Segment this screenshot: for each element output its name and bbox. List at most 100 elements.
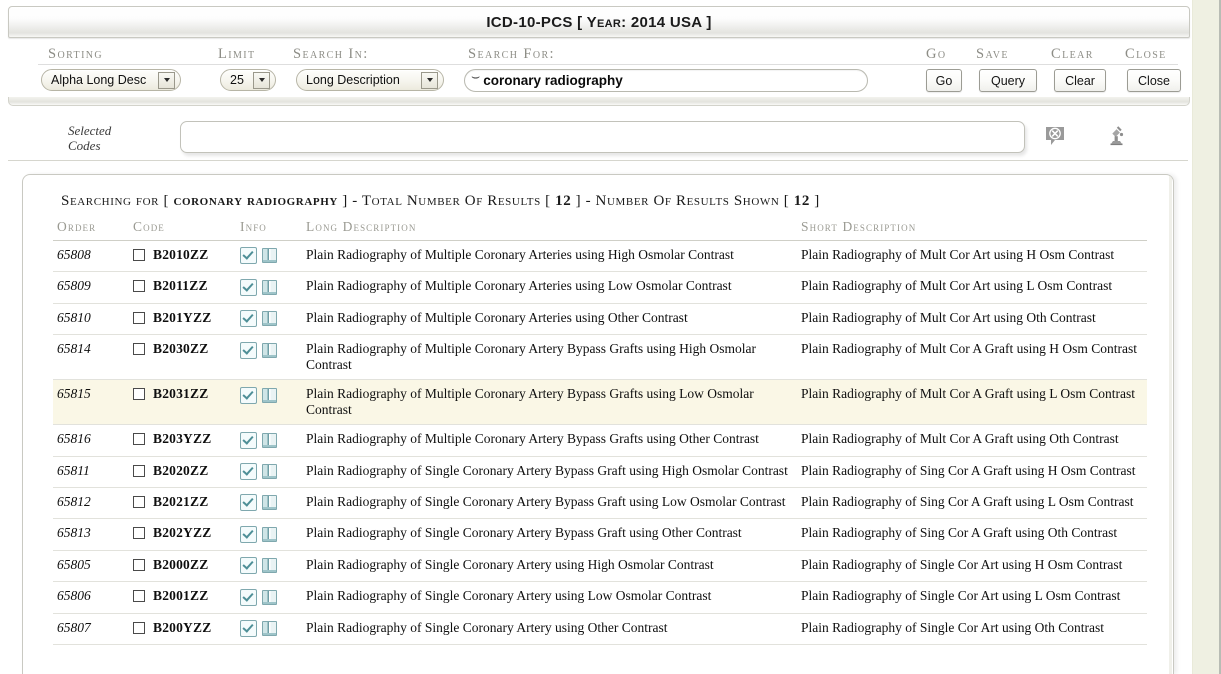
book-icon[interactable] (262, 248, 277, 264)
row-select-checkbox[interactable] (133, 464, 145, 477)
row-select-checkbox[interactable] (133, 495, 145, 508)
checkmark-icon[interactable] (240, 463, 257, 481)
table-row[interactable]: 65805 B2000ZZ Plain Radiography of Single … (53, 550, 1147, 583)
cell-long-description: Plain Radiography of Multiple Coronary A… (302, 240, 797, 273)
book-icon[interactable] (262, 279, 277, 295)
checkmark-icon[interactable] (240, 278, 257, 296)
toolbar-label-row: Sorting Limit Search In: Search For: Go … (8, 40, 1188, 62)
table-row[interactable]: 65816 B203YZZ Plain Radiography of Multipl… (53, 424, 1147, 457)
clear-button[interactable]: Clear (1054, 69, 1106, 92)
results-summary-shown-prefix: ] - Number Of Results Shown [ (575, 193, 790, 209)
cell-short-description: Plain Radiography of Mult Cor Art using … (797, 271, 1147, 304)
toolbar-bottom-shelf (8, 97, 1190, 106)
table-row[interactable]: 65806 B2001ZZ Plain Radiography of Single … (53, 581, 1147, 614)
book-icon[interactable] (262, 387, 277, 403)
book-icon[interactable] (262, 589, 277, 605)
go-button[interactable]: Go (926, 69, 962, 92)
cell-info (236, 456, 302, 489)
sorting-dropdown[interactable]: Alpha Long Desc (41, 69, 181, 91)
table-row[interactable]: 65807 B200YZZ Plain Radiography of Single … (53, 613, 1147, 646)
book-icon[interactable] (262, 464, 277, 480)
table-row[interactable]: 65815 B2031ZZ Plain Radiography of Multipl… (53, 379, 1147, 426)
checkmark-icon[interactable] (240, 431, 257, 449)
checkmark-icon[interactable] (240, 588, 257, 606)
cell-order: 65814 (53, 334, 129, 381)
book-icon[interactable] (262, 526, 277, 542)
column-header-info[interactable]: Info (236, 217, 302, 241)
selected-codes-input[interactable] (180, 121, 1025, 153)
row-select-checkbox[interactable] (133, 527, 145, 540)
microscope-icon[interactable] (1103, 122, 1131, 150)
cell-order: 65813 (53, 518, 129, 551)
column-header-code[interactable]: Code (129, 217, 236, 241)
row-select-checkbox[interactable] (133, 590, 145, 603)
cell-order: 65816 (53, 424, 129, 457)
checkmark-icon[interactable] (240, 341, 257, 359)
label-limit: Limit (218, 46, 256, 62)
toolbar-control-row: Alpha Long Desc 25 Long Description ⌣ co… (8, 66, 1188, 98)
search-in-dropdown[interactable]: Long Description (296, 69, 444, 91)
results-panel: Searching for [ coronary radiography ] -… (22, 174, 1174, 674)
book-icon[interactable] (262, 342, 277, 358)
book-icon[interactable] (262, 311, 277, 327)
search-input[interactable]: ⌣ coronary radiography (464, 69, 868, 92)
cell-code: B2000ZZ (129, 550, 236, 583)
cell-order: 65812 (53, 487, 129, 520)
cell-short-description: Plain Radiography of Mult Cor A Graft us… (797, 379, 1147, 426)
column-header-long-desc[interactable]: Long Description (302, 217, 797, 241)
table-row[interactable]: 65814 B2030ZZ Plain Radiography of Multipl… (53, 334, 1147, 381)
column-header-short-desc[interactable]: Short Description (797, 217, 1147, 241)
book-icon[interactable] (262, 495, 277, 511)
checkmark-icon[interactable] (240, 386, 257, 404)
chevron-down-icon (421, 71, 438, 89)
results-search-term: coronary radiography (173, 193, 338, 209)
cell-info (236, 379, 302, 426)
row-select-checkbox[interactable] (133, 311, 145, 324)
cell-code: B2021ZZ (129, 487, 236, 520)
table-row[interactable]: 65808 B2010ZZ Plain Radiography of Multipl… (53, 240, 1147, 273)
close-button[interactable]: Close (1127, 69, 1181, 92)
checkmark-icon[interactable] (240, 310, 257, 328)
table-row[interactable]: 65812 B2021ZZ Plain Radiography of Single … (53, 487, 1147, 520)
row-select-checkbox[interactable] (133, 280, 145, 293)
results-scrollbar[interactable] (1169, 176, 1172, 674)
selected-codes-strip: Selected Codes (8, 106, 1188, 160)
speech-bubble-x-icon[interactable] (1041, 122, 1069, 150)
row-select-checkbox[interactable] (133, 388, 145, 401)
cell-code: B2030ZZ (129, 334, 236, 381)
row-select-checkbox[interactable] (133, 248, 145, 261)
limit-dropdown[interactable]: 25 (220, 69, 276, 91)
limit-dropdown-value: 25 (230, 73, 244, 87)
checkmark-icon[interactable] (240, 620, 257, 638)
window-title-bar: ICD-10-PCS [ Year: 2014 USA ] (8, 6, 1190, 38)
table-row[interactable]: 65809 B2011ZZ Plain Radiography of Multipl… (53, 271, 1147, 304)
code-value: B2030ZZ (153, 341, 209, 357)
book-icon[interactable] (262, 621, 277, 637)
column-header-order[interactable]: Order (53, 217, 129, 241)
checkmark-icon[interactable] (240, 494, 257, 512)
row-select-checkbox[interactable] (133, 621, 145, 634)
cell-short-description: Plain Radiography of Sing Cor A Graft us… (797, 518, 1147, 551)
save-query-button[interactable]: Query (979, 69, 1037, 92)
table-row[interactable]: 65811 B2020ZZ Plain Radiography of Single … (53, 456, 1147, 489)
label-save: Save (976, 46, 1009, 62)
checkmark-icon[interactable] (240, 247, 257, 265)
table-row[interactable]: 65810 B201YZZ Plain Radiography of Multipl… (53, 303, 1147, 336)
cell-short-description: Plain Radiography of Sing Cor A Graft us… (797, 456, 1147, 489)
book-icon[interactable] (262, 558, 277, 574)
row-select-checkbox[interactable] (133, 558, 145, 571)
book-icon[interactable] (262, 432, 277, 448)
cell-short-description: Plain Radiography of Mult Cor A Graft us… (797, 334, 1147, 381)
table-row[interactable]: 65813 B202YZZ Plain Radiography of Single … (53, 518, 1147, 551)
row-select-checkbox[interactable] (133, 343, 145, 356)
cell-info (236, 303, 302, 336)
row-select-checkbox[interactable] (133, 433, 145, 446)
cell-short-description: Plain Radiography of Mult Cor Art using … (797, 303, 1147, 336)
cell-short-description: Plain Radiography of Single Cor Art usin… (797, 613, 1147, 646)
cell-long-description: Plain Radiography of Single Coronary Art… (302, 581, 797, 614)
checkmark-icon[interactable] (240, 557, 257, 575)
results-summary-prefix: Searching for [ (61, 193, 170, 209)
results-summary-suffix: ] (814, 193, 820, 209)
checkmark-icon[interactable] (240, 525, 257, 543)
code-value: B2020ZZ (153, 462, 209, 478)
